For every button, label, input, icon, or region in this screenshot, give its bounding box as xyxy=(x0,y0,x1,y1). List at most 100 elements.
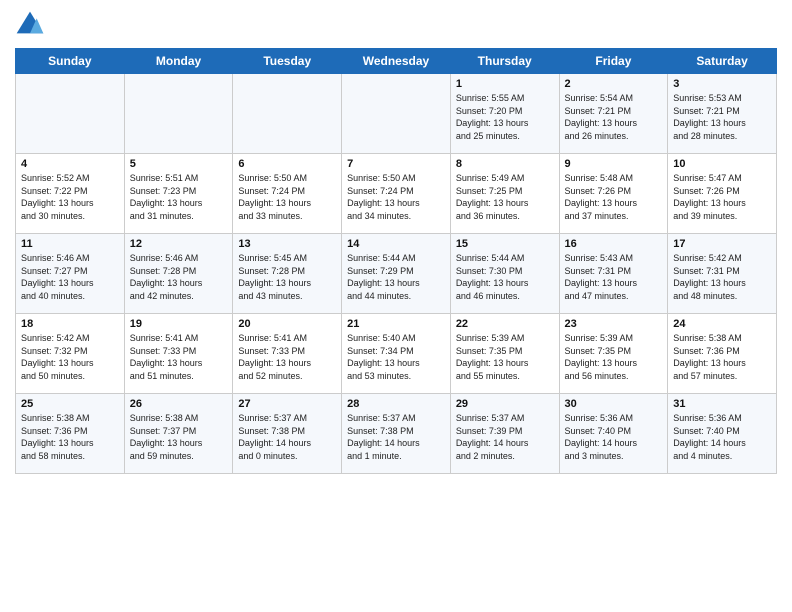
calendar-cell: 11Sunrise: 5:46 AMSunset: 7:27 PMDayligh… xyxy=(16,234,125,314)
day-info: Sunrise: 5:43 AMSunset: 7:31 PMDaylight:… xyxy=(565,252,663,302)
day-number: 22 xyxy=(456,318,554,330)
calendar-cell: 19 Sunrise: 5:41 AMSunset: 7:33 PMDayligh… xyxy=(124,314,233,394)
day-number: 3 xyxy=(673,78,771,90)
day-info: Sunrise: 5:39 AMSunset: 7:35 PMDaylight:… xyxy=(456,332,554,382)
calendar-cell xyxy=(342,74,451,154)
day-info: Sunrise: 5:41 AMSunset: 7:33 PMDaylight:… xyxy=(238,332,336,382)
day-number: 11 xyxy=(21,238,119,250)
day-number: 5 xyxy=(130,158,228,170)
calendar-table: SundayMondayTuesdayWednesdayThursdayFrid… xyxy=(15,48,777,474)
calendar-cell: 14 Sunrise: 5:44 AMSunset: 7:29 PMDayligh… xyxy=(342,234,451,314)
calendar-cell: 18Sunrise: 5:42 AMSunset: 7:32 PMDayligh… xyxy=(16,314,125,394)
calendar-cell: 5 Sunrise: 5:51 AMSunset: 7:23 PMDaylight… xyxy=(124,154,233,234)
weekday-header-row: SundayMondayTuesdayWednesdayThursdayFrid… xyxy=(16,49,777,74)
calendar-cell: 22 Sunrise: 5:39 AMSunset: 7:35 PMDayligh… xyxy=(450,314,559,394)
day-info: Sunrise: 5:41 AMSunset: 7:33 PMDaylight:… xyxy=(130,332,228,382)
day-info: Sunrise: 5:44 AMSunset: 7:29 PMDaylight:… xyxy=(347,252,445,302)
calendar-cell: 15 Sunrise: 5:44 AMSunset: 7:30 PMDayligh… xyxy=(450,234,559,314)
week-row-5: 25Sunrise: 5:38 AMSunset: 7:36 PMDayligh… xyxy=(16,394,777,474)
weekday-header-tuesday: Tuesday xyxy=(233,49,342,74)
day-number: 16 xyxy=(565,238,663,250)
logo-icon xyxy=(15,10,45,40)
day-info: Sunrise: 5:42 AMSunset: 7:31 PMDaylight:… xyxy=(673,252,771,302)
calendar-cell: 29 Sunrise: 5:37 AMSunset: 7:39 PMDayligh… xyxy=(450,394,559,474)
day-number: 10 xyxy=(673,158,771,170)
day-info: Sunrise: 5:36 AMSunset: 7:40 PMDaylight:… xyxy=(565,412,663,462)
calendar-cell: 23Sunrise: 5:39 AMSunset: 7:35 PMDayligh… xyxy=(559,314,668,394)
calendar-cell: 12 Sunrise: 5:46 AMSunset: 7:28 PMDayligh… xyxy=(124,234,233,314)
day-number: 2 xyxy=(565,78,663,90)
calendar-cell: 1 Sunrise: 5:55 AMSunset: 7:20 PMDaylight… xyxy=(450,74,559,154)
day-number: 4 xyxy=(21,158,119,170)
day-info: Sunrise: 5:48 AMSunset: 7:26 PMDaylight:… xyxy=(565,172,663,222)
calendar-cell: 7 Sunrise: 5:50 AMSunset: 7:24 PMDaylight… xyxy=(342,154,451,234)
day-number: 17 xyxy=(673,238,771,250)
day-info: Sunrise: 5:51 AMSunset: 7:23 PMDaylight:… xyxy=(130,172,228,222)
day-info: Sunrise: 5:45 AMSunset: 7:28 PMDaylight:… xyxy=(238,252,336,302)
day-number: 15 xyxy=(456,238,554,250)
day-info: Sunrise: 5:55 AMSunset: 7:20 PMDaylight:… xyxy=(456,92,554,142)
weekday-header-saturday: Saturday xyxy=(668,49,777,74)
day-number: 23 xyxy=(565,318,663,330)
day-number: 30 xyxy=(565,398,663,410)
calendar-cell: 31 Sunrise: 5:36 AMSunset: 7:40 PMDayligh… xyxy=(668,394,777,474)
calendar-cell: 24 Sunrise: 5:38 AMSunset: 7:36 PMDayligh… xyxy=(668,314,777,394)
day-number: 14 xyxy=(347,238,445,250)
logo xyxy=(15,10,49,40)
day-info: Sunrise: 5:47 AMSunset: 7:26 PMDaylight:… xyxy=(673,172,771,222)
calendar-cell: 6 Sunrise: 5:50 AMSunset: 7:24 PMDaylight… xyxy=(233,154,342,234)
day-number: 12 xyxy=(130,238,228,250)
day-number: 7 xyxy=(347,158,445,170)
calendar-cell: 17 Sunrise: 5:42 AMSunset: 7:31 PMDayligh… xyxy=(668,234,777,314)
day-info: Sunrise: 5:50 AMSunset: 7:24 PMDaylight:… xyxy=(238,172,336,222)
day-number: 25 xyxy=(21,398,119,410)
day-number: 18 xyxy=(21,318,119,330)
day-info: Sunrise: 5:46 AMSunset: 7:28 PMDaylight:… xyxy=(130,252,228,302)
calendar-cell: 2Sunrise: 5:54 AMSunset: 7:21 PMDaylight… xyxy=(559,74,668,154)
week-row-4: 18Sunrise: 5:42 AMSunset: 7:32 PMDayligh… xyxy=(16,314,777,394)
day-number: 6 xyxy=(238,158,336,170)
day-number: 24 xyxy=(673,318,771,330)
calendar-cell: 27Sunrise: 5:37 AMSunset: 7:38 PMDayligh… xyxy=(233,394,342,474)
calendar-cell: 4 Sunrise: 5:52 AMSunset: 7:22 PMDaylight… xyxy=(16,154,125,234)
day-info: Sunrise: 5:52 AMSunset: 7:22 PMDaylight:… xyxy=(21,172,119,222)
calendar-cell: 21 Sunrise: 5:40 AMSunset: 7:34 PMDayligh… xyxy=(342,314,451,394)
day-number: 31 xyxy=(673,398,771,410)
day-info: Sunrise: 5:49 AMSunset: 7:25 PMDaylight:… xyxy=(456,172,554,222)
day-number: 21 xyxy=(347,318,445,330)
day-number: 9 xyxy=(565,158,663,170)
weekday-header-monday: Monday xyxy=(124,49,233,74)
calendar-cell: 8 Sunrise: 5:49 AMSunset: 7:25 PMDaylight… xyxy=(450,154,559,234)
day-info: Sunrise: 5:38 AMSunset: 7:36 PMDaylight:… xyxy=(673,332,771,382)
day-number: 19 xyxy=(130,318,228,330)
page: SundayMondayTuesdayWednesdayThursdayFrid… xyxy=(0,0,792,612)
weekday-header-thursday: Thursday xyxy=(450,49,559,74)
day-info: Sunrise: 5:36 AMSunset: 7:40 PMDaylight:… xyxy=(673,412,771,462)
day-info: Sunrise: 5:53 AMSunset: 7:21 PMDaylight:… xyxy=(673,92,771,142)
calendar-cell: 20 Sunrise: 5:41 AMSunset: 7:33 PMDayligh… xyxy=(233,314,342,394)
day-number: 20 xyxy=(238,318,336,330)
day-number: 13 xyxy=(238,238,336,250)
day-number: 28 xyxy=(347,398,445,410)
week-row-2: 4 Sunrise: 5:52 AMSunset: 7:22 PMDaylight… xyxy=(16,154,777,234)
day-info: Sunrise: 5:44 AMSunset: 7:30 PMDaylight:… xyxy=(456,252,554,302)
calendar-cell: 10 Sunrise: 5:47 AMSunset: 7:26 PMDayligh… xyxy=(668,154,777,234)
weekday-header-friday: Friday xyxy=(559,49,668,74)
calendar-cell: 13 Sunrise: 5:45 AMSunset: 7:28 PMDayligh… xyxy=(233,234,342,314)
day-number: 26 xyxy=(130,398,228,410)
header xyxy=(15,10,777,40)
day-number: 1 xyxy=(456,78,554,90)
day-number: 29 xyxy=(456,398,554,410)
calendar-cell: 16 Sunrise: 5:43 AMSunset: 7:31 PMDayligh… xyxy=(559,234,668,314)
day-info: Sunrise: 5:50 AMSunset: 7:24 PMDaylight:… xyxy=(347,172,445,222)
day-number: 8 xyxy=(456,158,554,170)
calendar-cell: 30 Sunrise: 5:36 AMSunset: 7:40 PMDayligh… xyxy=(559,394,668,474)
week-row-3: 11Sunrise: 5:46 AMSunset: 7:27 PMDayligh… xyxy=(16,234,777,314)
day-info: Sunrise: 5:40 AMSunset: 7:34 PMDaylight:… xyxy=(347,332,445,382)
week-row-1: 1 Sunrise: 5:55 AMSunset: 7:20 PMDaylight… xyxy=(16,74,777,154)
calendar-cell xyxy=(233,74,342,154)
weekday-header-sunday: Sunday xyxy=(16,49,125,74)
day-info: Sunrise: 5:37 AMSunset: 7:39 PMDaylight:… xyxy=(456,412,554,462)
calendar-cell: 3 Sunrise: 5:53 AMSunset: 7:21 PMDaylight… xyxy=(668,74,777,154)
day-number: 27 xyxy=(238,398,336,410)
